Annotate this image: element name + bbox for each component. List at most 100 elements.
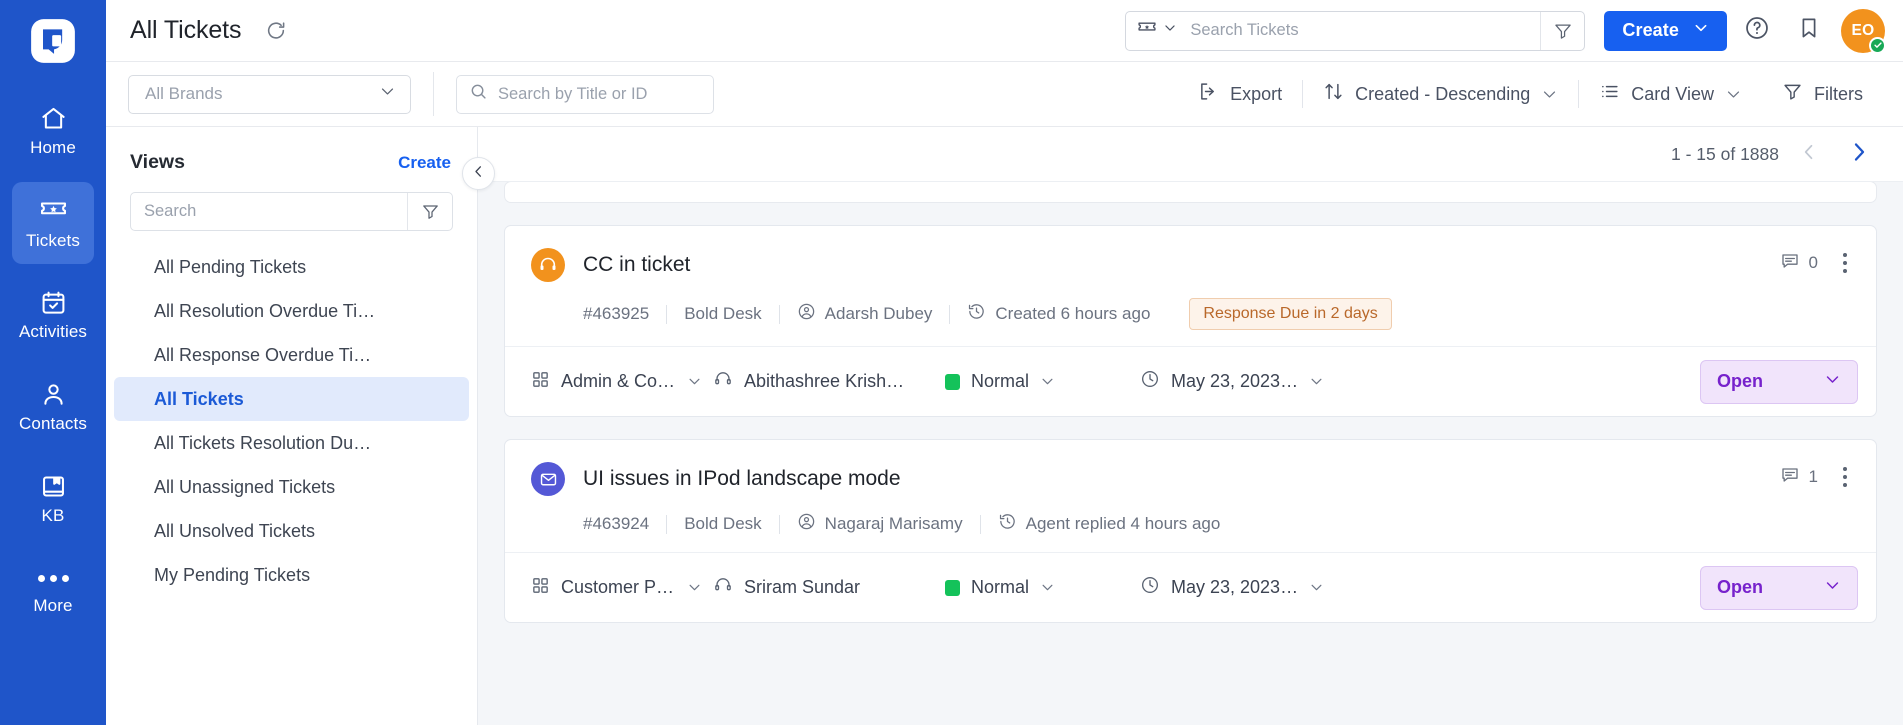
divider [433, 72, 434, 116]
create-button-label: Create [1622, 20, 1679, 40]
clock-icon [1140, 369, 1160, 394]
priority-field[interactable]: Normal [945, 371, 1140, 392]
title-search[interactable] [456, 74, 718, 114]
ticket-cards: CC in ticket 0 #463925 Bold Desk Adarsh … [478, 182, 1903, 725]
view-item[interactable]: All Pending Tickets [114, 245, 469, 289]
sidebar-item-kb[interactable]: KB [12, 458, 94, 540]
sort-selector[interactable]: Created - Descending [1303, 74, 1578, 114]
views-search-input[interactable] [131, 193, 407, 230]
view-item[interactable]: All Response Overdue Ti… [114, 333, 469, 377]
collapse-panel-button[interactable] [462, 157, 495, 190]
sidebar-item-label: KB [41, 505, 65, 525]
ticket-card[interactable]: UI issues in IPod landscape mode 1 #4639… [504, 439, 1877, 623]
bookmark-button[interactable] [1787, 9, 1831, 53]
user-circle-icon [797, 302, 816, 326]
view-item[interactable]: All Unassigned Tickets [114, 465, 469, 509]
pagination-bar: 1 - 15 of 1888 [478, 127, 1903, 182]
sidebar-item-contacts[interactable]: Contacts [12, 366, 94, 448]
status-selector[interactable]: Open [1700, 565, 1858, 610]
title-search-input[interactable] [498, 84, 718, 104]
ticket-more-menu[interactable] [1832, 462, 1858, 492]
ticket-card-fields: Customer Po… Sriram Sundar Normal May 23… [505, 552, 1876, 622]
help-button[interactable] [1735, 9, 1779, 53]
search-scope-selector[interactable] [1126, 12, 1186, 50]
help-circle-icon [1744, 15, 1770, 46]
create-view-link[interactable]: Create [398, 153, 451, 173]
view-item[interactable]: All Tickets Resolution Du… [114, 421, 469, 465]
headset-icon [713, 575, 733, 600]
global-search[interactable] [1125, 10, 1586, 51]
page-title: All Tickets [130, 16, 242, 44]
search-filter-icon[interactable] [1540, 11, 1584, 50]
due-date-field[interactable]: May 23, 2023… [1140, 575, 1340, 600]
comment-count-value: 0 [1808, 253, 1818, 272]
create-button[interactable]: Create [1604, 10, 1727, 51]
ticket-card-partial[interactable] [504, 182, 1877, 203]
filters-label: Filters [1814, 83, 1863, 104]
user-circle-icon [797, 512, 816, 536]
brand-filter-select[interactable]: All Brands [128, 74, 411, 114]
previous-page-button[interactable] [1789, 134, 1829, 174]
priority-field[interactable]: Normal [945, 577, 1140, 598]
status-value: Open [1717, 371, 1764, 391]
grid-icon [531, 370, 550, 394]
sidebar-item-label: Activities [18, 321, 88, 341]
pagination-range: 1 - 15 of 1888 [1671, 143, 1779, 164]
due-date-field[interactable]: May 23, 2023… [1140, 369, 1340, 394]
chevron-down-icon [687, 580, 702, 595]
funnel-icon [1782, 81, 1803, 107]
comment-count: 0 [1780, 251, 1818, 276]
sort-label: Created - Descending [1355, 83, 1531, 104]
view-item[interactable]: All Unsolved Tickets [114, 509, 469, 553]
category-field[interactable]: Admin & Con… [531, 370, 713, 394]
export-label: Export [1230, 83, 1283, 104]
sidebar-item-activities[interactable]: Activities [12, 274, 94, 356]
chevron-down-icon [1309, 580, 1324, 595]
book-icon [40, 473, 67, 500]
chevron-down-icon [1693, 20, 1709, 41]
sidebar-item-more[interactable]: More [12, 550, 94, 632]
views-search[interactable] [130, 192, 453, 231]
priority-value: Normal [971, 371, 1030, 391]
ticket-activity-text: Created 6 hours ago [995, 304, 1151, 323]
ticket-icon [1137, 18, 1157, 43]
ticket-title[interactable]: CC in ticket [583, 253, 690, 277]
status-selector[interactable]: Open [1700, 359, 1858, 404]
chevron-down-icon [379, 83, 396, 105]
envelope-icon [531, 462, 565, 496]
ticket-more-menu[interactable] [1832, 248, 1858, 278]
agent-value: Abithashree Krish… [744, 371, 905, 391]
view-item[interactable]: My Pending Tickets [114, 553, 469, 597]
view-mode-selector[interactable]: Card View [1579, 74, 1762, 114]
views-filter-icon[interactable] [407, 193, 452, 230]
sidebar-item-tickets[interactable]: Tickets [12, 182, 94, 264]
status-value: Open [1717, 577, 1764, 597]
search-input[interactable] [1186, 11, 1541, 50]
category-value: Customer Po… [561, 577, 676, 597]
ticket-title[interactable]: UI issues in IPod landscape mode [583, 467, 901, 491]
chevron-down-icon [1824, 577, 1841, 599]
comment-icon [1780, 465, 1800, 490]
sidebar-item-label: Tickets [26, 230, 80, 250]
category-field[interactable]: Customer Po… [531, 576, 713, 600]
app-logo-icon[interactable] [22, 10, 84, 72]
ticket-requester-name: Adarsh Dubey [824, 304, 933, 323]
agent-field[interactable]: Sriram Sundar [713, 575, 945, 600]
avatar[interactable]: EO [1841, 8, 1886, 54]
chevron-down-icon [1541, 86, 1558, 103]
agent-field[interactable]: Abithashree Krish… [713, 369, 945, 394]
sidebar-item-home[interactable]: Home [12, 90, 94, 172]
ticket-card-actions: 0 [1780, 248, 1858, 278]
priority-color-chip [945, 373, 960, 390]
view-item-all-tickets[interactable]: All Tickets [114, 377, 469, 421]
views-header: Views Create [106, 127, 477, 174]
view-mode-label: Card View [1631, 83, 1714, 104]
export-button[interactable]: Export [1178, 74, 1302, 114]
filters-button[interactable]: Filters [1762, 74, 1883, 114]
bookmark-icon [1797, 16, 1821, 45]
next-page-button[interactable] [1839, 134, 1879, 174]
chevron-down-icon [687, 374, 702, 389]
view-item[interactable]: All Resolution Overdue Ti… [114, 289, 469, 333]
refresh-icon[interactable] [261, 16, 291, 46]
ticket-card[interactable]: CC in ticket 0 #463925 Bold Desk Adarsh … [504, 225, 1877, 417]
